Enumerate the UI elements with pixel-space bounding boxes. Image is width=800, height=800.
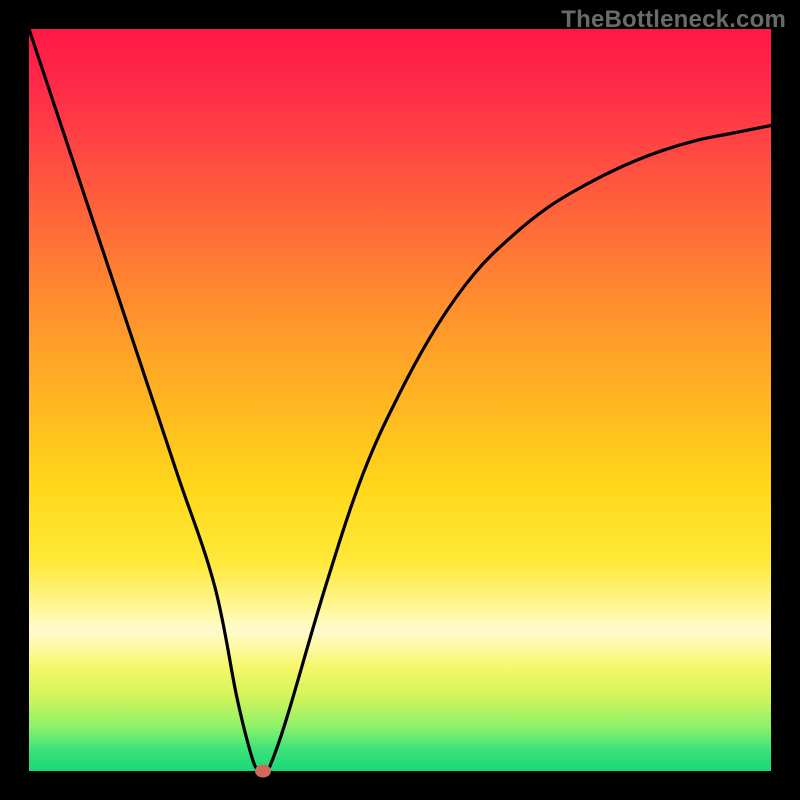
plot-area <box>29 29 771 771</box>
bottleneck-curve <box>29 29 771 771</box>
optimum-marker <box>255 765 271 778</box>
chart-frame: TheBottleneck.com <box>0 0 800 800</box>
